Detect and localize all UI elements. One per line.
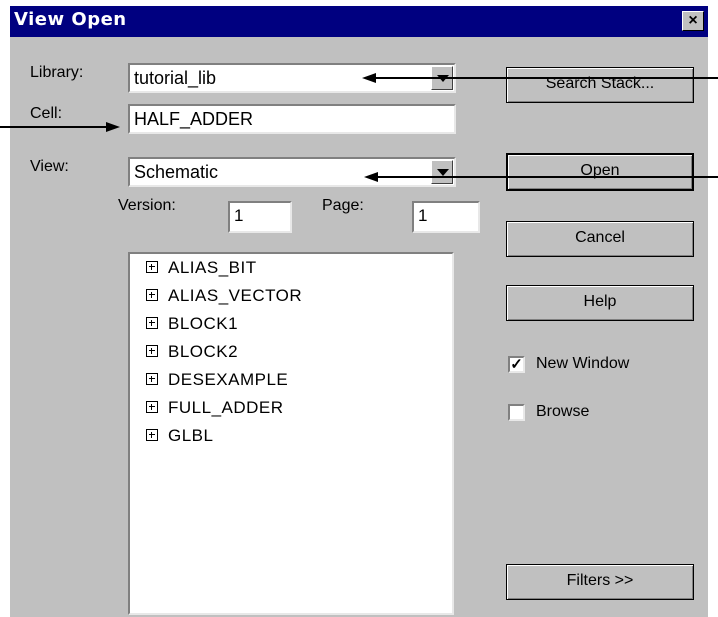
- cell-value: HALF_ADDER: [134, 109, 254, 129]
- cell-listbox[interactable]: ALIAS_BIT ALIAS_VECTOR BLOCK1 BLOCK2 DES…: [128, 252, 454, 615]
- help-button[interactable]: Help: [506, 285, 694, 321]
- annotation-arrow-line: [374, 176, 718, 178]
- filters-button[interactable]: Filters >>: [506, 564, 694, 600]
- expand-icon[interactable]: [146, 260, 158, 273]
- version-value: 1: [234, 206, 244, 225]
- list-item[interactable]: ALIAS_VECTOR: [146, 286, 302, 310]
- view-dropdown[interactable]: Schematic: [128, 157, 456, 187]
- browse-checkbox[interactable]: [508, 404, 525, 421]
- view-open-dialog: View Open × Library: tutorial_lib Cell: …: [0, 0, 718, 617]
- expand-icon[interactable]: [146, 372, 158, 385]
- expand-icon[interactable]: [146, 344, 158, 357]
- view-label: View:: [30, 158, 69, 175]
- list-item-label: ALIAS_BIT: [168, 258, 257, 277]
- cell-label: Cell:: [30, 105, 63, 122]
- cell-input[interactable]: HALF_ADDER: [128, 104, 456, 134]
- list-item-label: BLOCK2: [168, 342, 239, 361]
- new-window-label[interactable]: New Window: [536, 355, 629, 373]
- close-button[interactable]: ×: [682, 11, 704, 31]
- arrow-left-icon: [364, 172, 378, 182]
- annotation-arrow-line: [0, 126, 110, 128]
- list-item-label: GLBL: [168, 426, 214, 445]
- list-item[interactable]: BLOCK2: [146, 342, 238, 366]
- browse-label[interactable]: Browse: [536, 403, 589, 421]
- open-button[interactable]: Open: [506, 153, 694, 191]
- version-label: Version:: [118, 197, 176, 214]
- new-window-checkbox[interactable]: ✓: [508, 356, 525, 373]
- library-label: Library:: [30, 64, 84, 81]
- library-value: tutorial_lib: [134, 68, 217, 88]
- window-title: View Open: [14, 9, 127, 30]
- expand-icon[interactable]: [146, 288, 158, 301]
- version-input[interactable]: 1: [228, 201, 292, 233]
- arrow-right-icon: [106, 122, 120, 132]
- chevron-down-icon[interactable]: [431, 160, 453, 184]
- expand-icon[interactable]: [146, 316, 158, 329]
- search-stack-button[interactable]: Search Stack...: [506, 67, 694, 103]
- cancel-button[interactable]: Cancel: [506, 221, 694, 257]
- list-item[interactable]: DESEXAMPLE: [146, 370, 288, 394]
- list-item[interactable]: GLBL: [146, 426, 213, 450]
- list-item-label: FULL_ADDER: [168, 398, 284, 417]
- title-bar[interactable]: View Open ×: [10, 6, 708, 37]
- page-label: Page:: [322, 197, 364, 214]
- expand-icon[interactable]: [146, 428, 158, 441]
- list-item-label: DESEXAMPLE: [168, 370, 289, 389]
- list-item-label: BLOCK1: [168, 314, 239, 333]
- page-input[interactable]: 1: [412, 201, 480, 233]
- checkmark-icon: ✓: [510, 356, 523, 373]
- arrow-left-icon: [362, 73, 376, 83]
- list-item[interactable]: BLOCK1: [146, 314, 238, 338]
- list-item[interactable]: FULL_ADDER: [146, 398, 284, 422]
- expand-icon[interactable]: [146, 400, 158, 413]
- view-value: Schematic: [134, 162, 219, 182]
- list-item[interactable]: ALIAS_BIT: [146, 258, 257, 282]
- page-value: 1: [418, 206, 428, 225]
- close-icon: ×: [688, 12, 698, 29]
- annotation-arrow-line: [372, 77, 718, 79]
- list-item-label: ALIAS_VECTOR: [168, 286, 303, 305]
